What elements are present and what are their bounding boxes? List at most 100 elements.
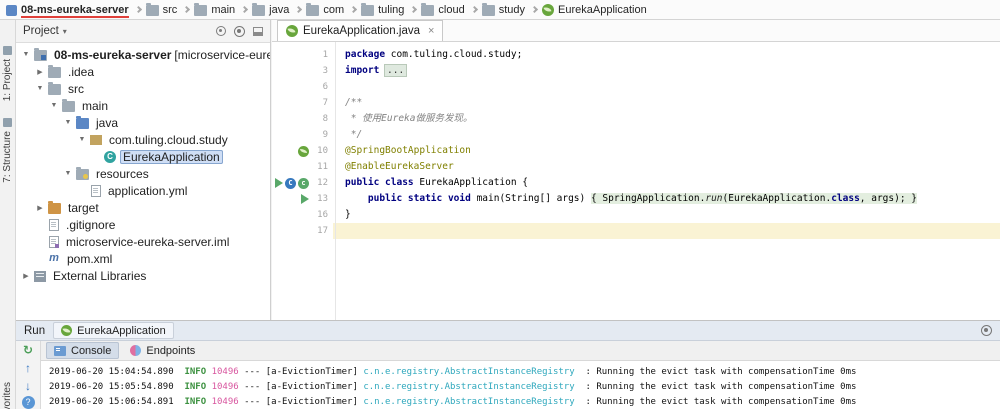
run-panel-title: Run [24,324,46,337]
code-line[interactable]: 10 @SpringBootApplication [272,143,1000,159]
tree-item[interactable]: application.yml [16,182,270,199]
help-icon[interactable]: ? [21,396,35,409]
tool-button-structure[interactable]: 7: Structure [0,118,15,183]
log-token: INFO [184,397,207,407]
editor-body[interactable]: 1 package com.tuling.cloud.study; 3 import … [272,42,1000,320]
tree-toggle-icon[interactable]: ▼ [76,136,88,143]
project-panel-header: Project ▾ [16,20,270,43]
line-number: 13 [317,194,328,204]
gear-icon[interactable] [981,325,992,336]
tree-item[interactable]: ▶ target [16,199,270,216]
run-panel-header: Run EurekaApplication [16,321,1000,341]
tree-item-label: EurekaApplication [120,149,223,164]
hide-panel-icon[interactable] [253,26,263,36]
folder-icon [306,2,320,16]
class-c-icon[interactable]: C [285,177,296,189]
tree-toggle-icon[interactable]: ▼ [20,51,32,58]
tree-item-label: target [68,200,99,215]
breadcrumb-item[interactable]: study [481,0,525,19]
breadcrumb-item[interactable]: main [194,0,235,19]
tree-item[interactable]: ▶ .idea [16,63,270,80]
code-token: , args); } [859,193,917,204]
project-panel: Project ▾ ▼ 08-ms-eureka-server [microser… [16,20,271,320]
breadcrumb-item[interactable]: EurekaApplication [542,0,647,19]
class-g-icon[interactable]: c [298,177,309,189]
project-panel-title[interactable]: Project [23,25,59,37]
tree-toggle-icon[interactable]: ▶ [34,68,46,76]
log-token: --- [238,397,266,407]
tree-item-label: pom.xml [67,251,113,266]
tree-toggle-icon[interactable]: ▶ [20,272,32,280]
tree-item-label: 08-ms-eureka-server [54,47,172,62]
code-token: class [831,193,860,204]
line-number: 8 [322,114,328,124]
run-icon[interactable] [301,194,309,204]
breadcrumb-item[interactable]: src [145,0,177,19]
tree-item[interactable]: ▼ main [16,97,270,114]
rerun-button[interactable]: ↻ [20,343,37,358]
tree-item[interactable]: ▶ External Libraries [16,267,270,284]
chevron-down-icon[interactable]: ▾ [63,27,67,36]
breadcrumb-separator-icon [350,5,358,14]
folder-icon [421,2,435,16]
run-icon[interactable] [275,178,283,188]
tree-item[interactable]: ▼ src [16,80,270,97]
editor-tab-label: EurekaApplication.java [303,25,420,37]
tree-item[interactable]: ▼ 08-ms-eureka-server [microservice-eurek… [16,46,270,63]
code-line[interactable]: 6 [272,79,1000,95]
console-output[interactable]: 2019-06-20 15:04:54.890 INFO 10496 --- [… [41,361,1000,409]
code-line[interactable]: Cc 12 public class EurekaApplication { [272,175,1000,191]
down-arrow-button[interactable]: ↓ [20,378,37,393]
project-tool-icon [3,46,12,55]
editor-tab[interactable]: EurekaApplication.java × [277,20,444,41]
tool-button-project[interactable]: 1: Project [0,46,15,101]
code-line[interactable]: 8 * 使用Eureka做服务发现。 [272,111,1000,127]
run-tabs: Console Endpoints [41,341,1000,361]
breadcrumb-item[interactable]: com [306,0,344,19]
code-line[interactable]: 1 package com.tuling.cloud.study; [272,47,1000,63]
breadcrumb-item[interactable]: java [252,0,289,19]
locate-icon[interactable] [216,26,226,36]
up-arrow-button[interactable]: ↑ [20,361,37,376]
close-tab-icon[interactable]: × [428,25,434,37]
breadcrumb-item[interactable]: 08-ms-eureka-server [6,0,129,19]
tab-endpoints[interactable]: Endpoints [122,342,203,359]
tree-item[interactable]: ▼ resources [16,165,270,182]
tree-item-label: main [82,98,109,113]
breadcrumb-item[interactable]: cloud [421,0,465,19]
tree-item[interactable]: C EurekaApplication [16,148,270,165]
code-line[interactable]: 7 /** [272,95,1000,111]
structure-tool-icon [3,118,12,127]
folder-icon [145,2,159,16]
breadcrumb-label: EurekaApplication [558,3,647,16]
tree-item[interactable]: m pom.xml [16,250,270,267]
code-line[interactable]: 9 */ [272,127,1000,143]
code-line[interactable]: 13 public static void main(String[] args… [272,191,1000,207]
breadcrumb-item[interactable]: tuling [361,0,404,19]
code-line[interactable]: 11 @EnableEurekaServer [272,159,1000,175]
code-text: public class EurekaApplication { [333,175,1000,191]
breadcrumb-label: tuling [378,3,405,16]
code-token: @SpringBootApplication [345,145,471,156]
code-text: import ... [333,63,1000,79]
tree-toggle-icon[interactable]: ▼ [34,85,46,92]
tree-toggle-icon[interactable]: ▼ [48,102,60,109]
run-config-tab[interactable]: EurekaApplication [53,322,174,339]
code-line[interactable]: 16} [272,207,1000,223]
tree-toggle-icon[interactable]: ▼ [62,170,74,177]
tool-button-favorites[interactable]: Favorites [0,382,15,409]
endpoints-icon [130,345,142,356]
breadcrumb-label: cloud [438,3,465,16]
folder-target-icon [48,200,61,214]
tree-item[interactable]: ▼ com.tuling.cloud.study [16,131,270,148]
leaf-icon[interactable] [298,145,309,157]
tree-item[interactable]: microservice-eureka-server.iml [16,233,270,250]
gear-icon[interactable] [234,25,245,37]
tree-item[interactable]: .gitignore [16,216,270,233]
tree-item[interactable]: ▼ java [16,114,270,131]
tree-toggle-icon[interactable]: ▶ [34,204,46,212]
code-line[interactable]: 17 [272,223,1000,239]
code-line[interactable]: 3 import ... [272,63,1000,79]
tab-console[interactable]: Console [46,342,120,359]
tree-toggle-icon[interactable]: ▼ [62,119,74,126]
